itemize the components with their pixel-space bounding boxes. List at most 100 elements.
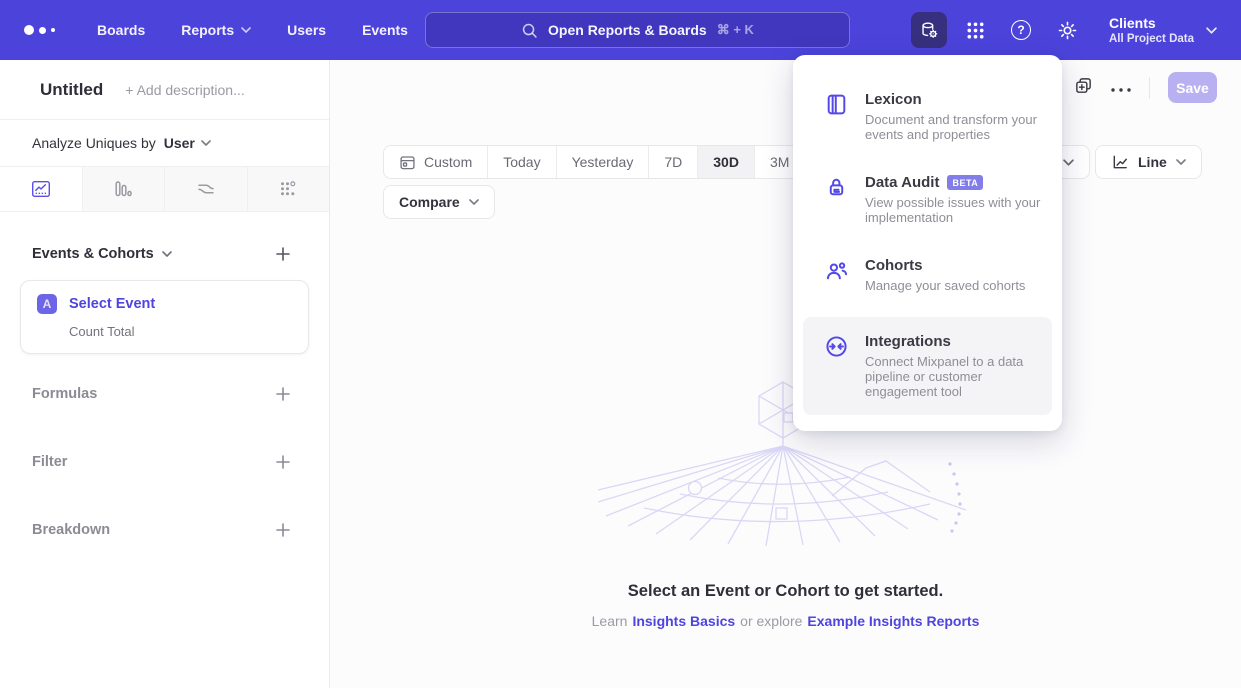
chevron-down-icon [1206,27,1217,34]
nav-item-reports[interactable]: Reports [181,22,251,38]
plus-icon [275,454,291,470]
add-event-button[interactable] [275,246,291,262]
top-nav: Boards Reports Users Events Open Reports… [0,0,1241,60]
tab-metrics[interactable] [247,167,330,211]
date-range-label: 7D [664,154,682,170]
date-range-label: Custom [424,154,472,170]
tab-flows-chart[interactable] [164,167,247,211]
chevron-down-icon [469,199,479,205]
cohorts-people-icon [823,257,849,293]
event-card[interactable]: A Select Event Count Total [20,280,309,354]
beta-badge: BETA [947,175,983,190]
analyze-value: User [164,135,195,151]
nav-right-group: ? Clients All Project Data [911,12,1217,48]
date-range-custom[interactable]: Custom [384,146,487,178]
formulas-section: Formulas [32,386,291,402]
add-filter-button[interactable] [275,454,291,470]
calendar-icon [399,154,416,171]
settings-button[interactable] [1049,12,1085,48]
chart-type-tabbar [0,166,329,212]
tab-bar-chart[interactable] [82,167,165,211]
date-range-label: Today [503,154,540,170]
database-gear-icon [918,19,940,41]
date-range-7d[interactable]: 7D [648,146,697,178]
event-letter-badge: A [37,294,57,314]
empty-state-title: Select an Event or Cohort to get started… [330,582,1241,601]
more-options-button[interactable] [1111,79,1131,97]
report-title[interactable]: Untitled [40,80,103,100]
mixpanel-logo-icon[interactable] [24,25,55,35]
help-button[interactable]: ? [1003,12,1039,48]
flows-icon [196,179,216,199]
apps-grid-button[interactable] [957,12,993,48]
nav-item-boards[interactable]: Boards [97,22,145,38]
metrics-dots-icon [278,179,298,199]
date-range-today[interactable]: Today [487,146,555,178]
report-canvas: Save Custom Today Yesterday 7D 30D 3M 6M… [330,60,1241,688]
date-range-yesterday[interactable]: Yesterday [556,146,649,178]
date-range-label: Yesterday [572,154,634,170]
chart-type-button[interactable]: Line [1095,145,1202,179]
menu-item-cohorts[interactable]: Cohorts Manage your saved cohorts [793,241,1062,309]
menu-item-title: Integrations [865,333,951,350]
data-audit-icon [823,174,849,225]
analyze-uniques-row: Analyze Uniques by User [0,120,329,166]
menu-item-integrations[interactable]: Integrations Connect Mixpanel to a data … [803,317,1052,415]
add-formula-button[interactable] [275,386,291,402]
integrations-sync-icon [823,333,849,399]
nav-menu: Boards Reports Users Events [97,22,408,38]
filter-label: Filter [32,454,67,470]
learn-text: Learn [592,613,628,629]
search-shortcut: ⌘ + K [717,22,754,38]
menu-item-description: View possible issues with your implement… [865,195,1047,225]
menu-item-description: Connect Mixpanel to a data pipeline or c… [865,354,1042,399]
add-breakdown-button[interactable] [275,522,291,538]
tab-line-chart[interactable] [0,167,82,211]
menu-item-data-audit[interactable]: Data Audit BETA View possible issues wit… [793,158,1062,241]
date-range-30d[interactable]: 30D [697,146,754,178]
menu-item-lexicon[interactable]: Lexicon Document and transform your even… [793,75,1062,158]
nav-item-label: Boards [97,22,145,38]
help-icon: ? [1011,20,1031,40]
breakdown-label: Breakdown [32,522,110,538]
chevron-down-icon [1176,159,1186,165]
gear-icon [1057,20,1078,41]
ellipsis-icon [1111,88,1131,92]
search-input[interactable]: Open Reports & Boards ⌘ + K [425,12,850,48]
analyze-label: Analyze Uniques by [32,135,156,151]
data-management-button[interactable] [911,12,947,48]
project-selector[interactable]: Clients All Project Data [1109,15,1217,45]
line-chart-icon [31,179,51,199]
menu-item-description: Manage your saved cohorts [865,278,1025,293]
breakdown-section: Breakdown [32,522,291,538]
search-placeholder: Open Reports & Boards [548,22,707,38]
empty-state-subtitle: Learn Insights Basics or explore Example… [330,613,1241,629]
query-sidebar: Untitled + Add description... Analyze Un… [0,60,330,688]
nav-item-users[interactable]: Users [287,22,326,38]
save-button[interactable]: Save [1168,72,1217,103]
filter-section: Filter [32,454,291,470]
line-chart-icon [1111,153,1129,171]
analyze-value-dropdown[interactable]: User [164,135,211,151]
search-icon [521,22,538,39]
compare-label: Compare [399,194,460,210]
duplicate-report-button[interactable] [1074,76,1093,100]
chevron-down-icon [1063,159,1074,166]
select-event-button[interactable]: Select Event [69,296,155,312]
example-reports-link[interactable]: Example Insights Reports [807,613,979,629]
nav-item-events[interactable]: Events [362,22,408,38]
plus-icon [275,386,291,402]
plus-icon [275,246,291,262]
date-range-label: 30D [713,154,739,170]
event-aggregation[interactable]: Count Total [69,324,292,339]
menu-item-title: Lexicon [865,91,922,108]
compare-button[interactable]: Compare [383,185,495,219]
insights-basics-link[interactable]: Insights Basics [632,613,735,629]
bar-chart-icon [113,179,133,199]
events-cohorts-toggle[interactable]: Events & Cohorts [32,246,172,262]
add-description-field[interactable]: + Add description... [125,82,244,98]
formulas-label: Formulas [32,386,97,402]
nav-item-label: Users [287,22,326,38]
explore-text: or explore [740,613,802,629]
menu-item-title: Cohorts [865,257,923,274]
